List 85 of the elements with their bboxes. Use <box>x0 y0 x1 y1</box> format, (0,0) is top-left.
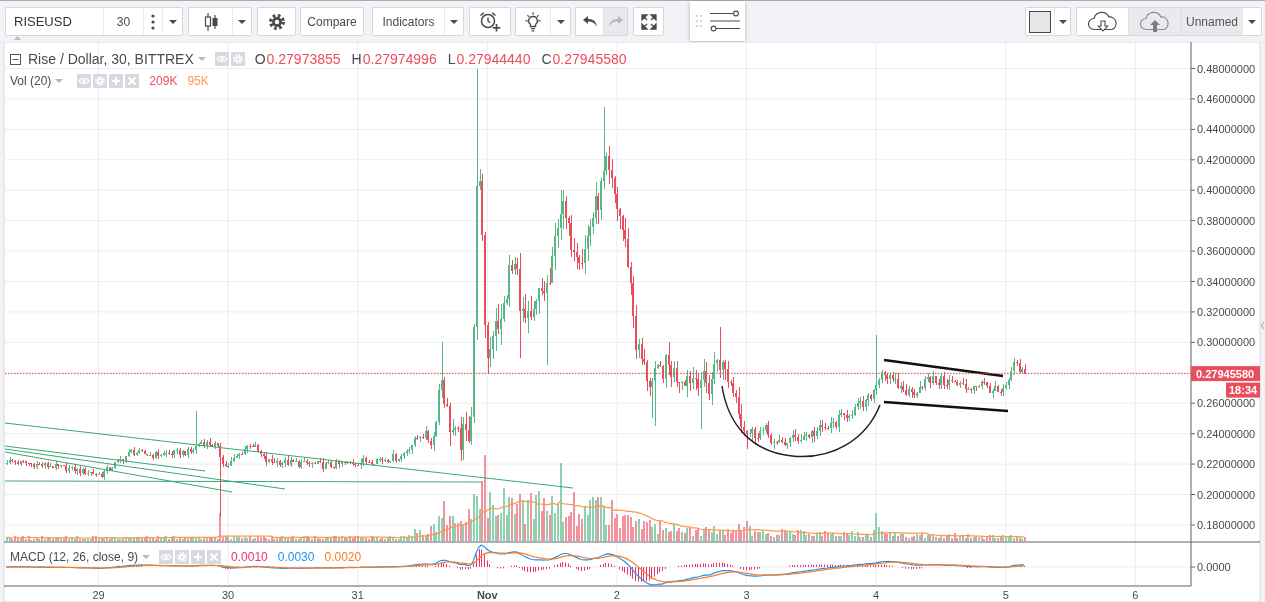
price-axis-label: 0.26000000 <box>1197 397 1256 410</box>
ohlc-label: H <box>351 51 362 67</box>
alarm-clock-plus-icon <box>479 11 501 32</box>
price-axis-label: 0.20000000 <box>1197 488 1256 501</box>
symbol-title: Rise / Dollar, 30, BITTREX <box>28 51 194 67</box>
caret-icon <box>197 57 206 61</box>
curve-line[interactable] <box>721 385 881 458</box>
macd-axis-label: 0.0000 <box>1197 561 1231 573</box>
redo-icon <box>608 16 623 27</box>
time-axis-label: 31 <box>351 589 364 601</box>
undo-button[interactable] <box>575 7 603 36</box>
ohlc-value: 0.27945580 <box>552 51 627 67</box>
price-axis-label: 0.44000000 <box>1197 123 1256 136</box>
light-bulb-icon <box>525 11 541 32</box>
price-axis-label: 0.24000000 <box>1197 427 1256 440</box>
volume-value: 95K <box>187 74 209 88</box>
caret-icon <box>168 19 177 24</box>
macd-title: MACD (12, 26, close, 9) <box>10 550 139 564</box>
price-axis-label: 0.38000000 <box>1197 214 1256 227</box>
idea-button[interactable] <box>515 7 550 36</box>
price-axis-label: 0.42000000 <box>1197 153 1256 166</box>
price-axis-label: 0.48000000 <box>1197 62 1256 75</box>
time-axis-label: 3 <box>743 589 750 601</box>
price-axis-label: 0.46000000 <box>1197 92 1256 105</box>
last-price-tag: 0.27945580 <box>1191 366 1260 382</box>
price-axis-label: 0.18000000 <box>1197 519 1256 531</box>
fullscreen-button[interactable] <box>633 7 664 36</box>
ohlc-value: 0.27974996 <box>362 51 437 67</box>
fullscreen-icon <box>640 13 657 30</box>
time-axis-label: Nov <box>476 589 498 601</box>
ohlc-label: L <box>447 51 456 67</box>
caret-icon <box>55 79 64 83</box>
interval-button[interactable]: 30 <box>103 7 143 36</box>
alert-button[interactable] <box>469 7 511 36</box>
time-axis-label: 2 <box>613 589 620 601</box>
cloud-upload-icon <box>1138 10 1172 33</box>
caret-icon <box>450 19 458 24</box>
indicators-button[interactable]: Indicators <box>372 7 444 36</box>
ohlc-label: O <box>254 51 266 67</box>
price-axis-label: 0.30000000 <box>1197 336 1256 349</box>
time-axis-label: 6 <box>1132 589 1139 601</box>
symbol-field[interactable]: RISEUSD <box>5 7 103 36</box>
cloud-download-icon <box>1085 10 1120 33</box>
layout-name-button[interactable]: Unnamed <box>1181 7 1242 36</box>
ohlc-label: C <box>541 51 552 67</box>
caret-icon <box>142 555 151 559</box>
color-swatch-icon <box>1029 10 1051 33</box>
macd-value: 0.0010 <box>231 550 268 564</box>
vertical-dots-icon <box>151 13 155 30</box>
volume-value: 209K <box>149 74 178 88</box>
time-axis-label: 30 <box>222 589 235 601</box>
collapse-icon[interactable] <box>10 53 21 65</box>
dropdown-button[interactable] <box>1054 7 1071 36</box>
more-options-button[interactable] <box>143 7 162 36</box>
price-axis-label: 0.36000000 <box>1197 245 1256 258</box>
price-axis-label: 0.32000000 <box>1197 305 1256 318</box>
time-axis-label: 4 <box>873 589 880 601</box>
drag-handle-icon <box>696 15 702 27</box>
macd-value: 0.0020 <box>324 550 362 564</box>
compare-button[interactable]: Compare <box>300 7 364 36</box>
undo-icon <box>582 16 597 27</box>
macd-value: 0.0030 <box>277 550 315 564</box>
settings-button[interactable] <box>257 7 296 36</box>
chart-style-button[interactable] <box>188 7 232 36</box>
time-axis-label: 5 <box>1002 589 1009 601</box>
candlestick-icon <box>202 11 219 32</box>
ohlc-value: 0.27973855 <box>266 51 341 67</box>
caret-icon <box>1058 19 1067 24</box>
load-layout-button[interactable] <box>1076 7 1128 36</box>
caret-icon <box>238 19 246 24</box>
caret-icon <box>1248 19 1256 24</box>
trend-line[interactable] <box>883 358 1004 378</box>
time-axis-label: 29 <box>92 589 105 601</box>
drawing-toolbar-button[interactable] <box>710 10 740 32</box>
price-axis-label: 0.22000000 <box>1197 458 1256 471</box>
price-axis-label: 0.34000000 <box>1197 275 1256 288</box>
chevron-left-icon[interactable] <box>1260 321 1265 330</box>
color-button[interactable] <box>1025 7 1054 36</box>
price-axis-label: 0.40000000 <box>1197 184 1256 197</box>
caret-icon <box>556 19 565 24</box>
volume-title: Vol (20) <box>10 74 52 88</box>
ohlc-value: 0.27944440 <box>456 51 531 67</box>
settings-icon <box>267 12 286 31</box>
trend-line[interactable] <box>883 400 1009 413</box>
sliders-icon <box>710 10 740 32</box>
